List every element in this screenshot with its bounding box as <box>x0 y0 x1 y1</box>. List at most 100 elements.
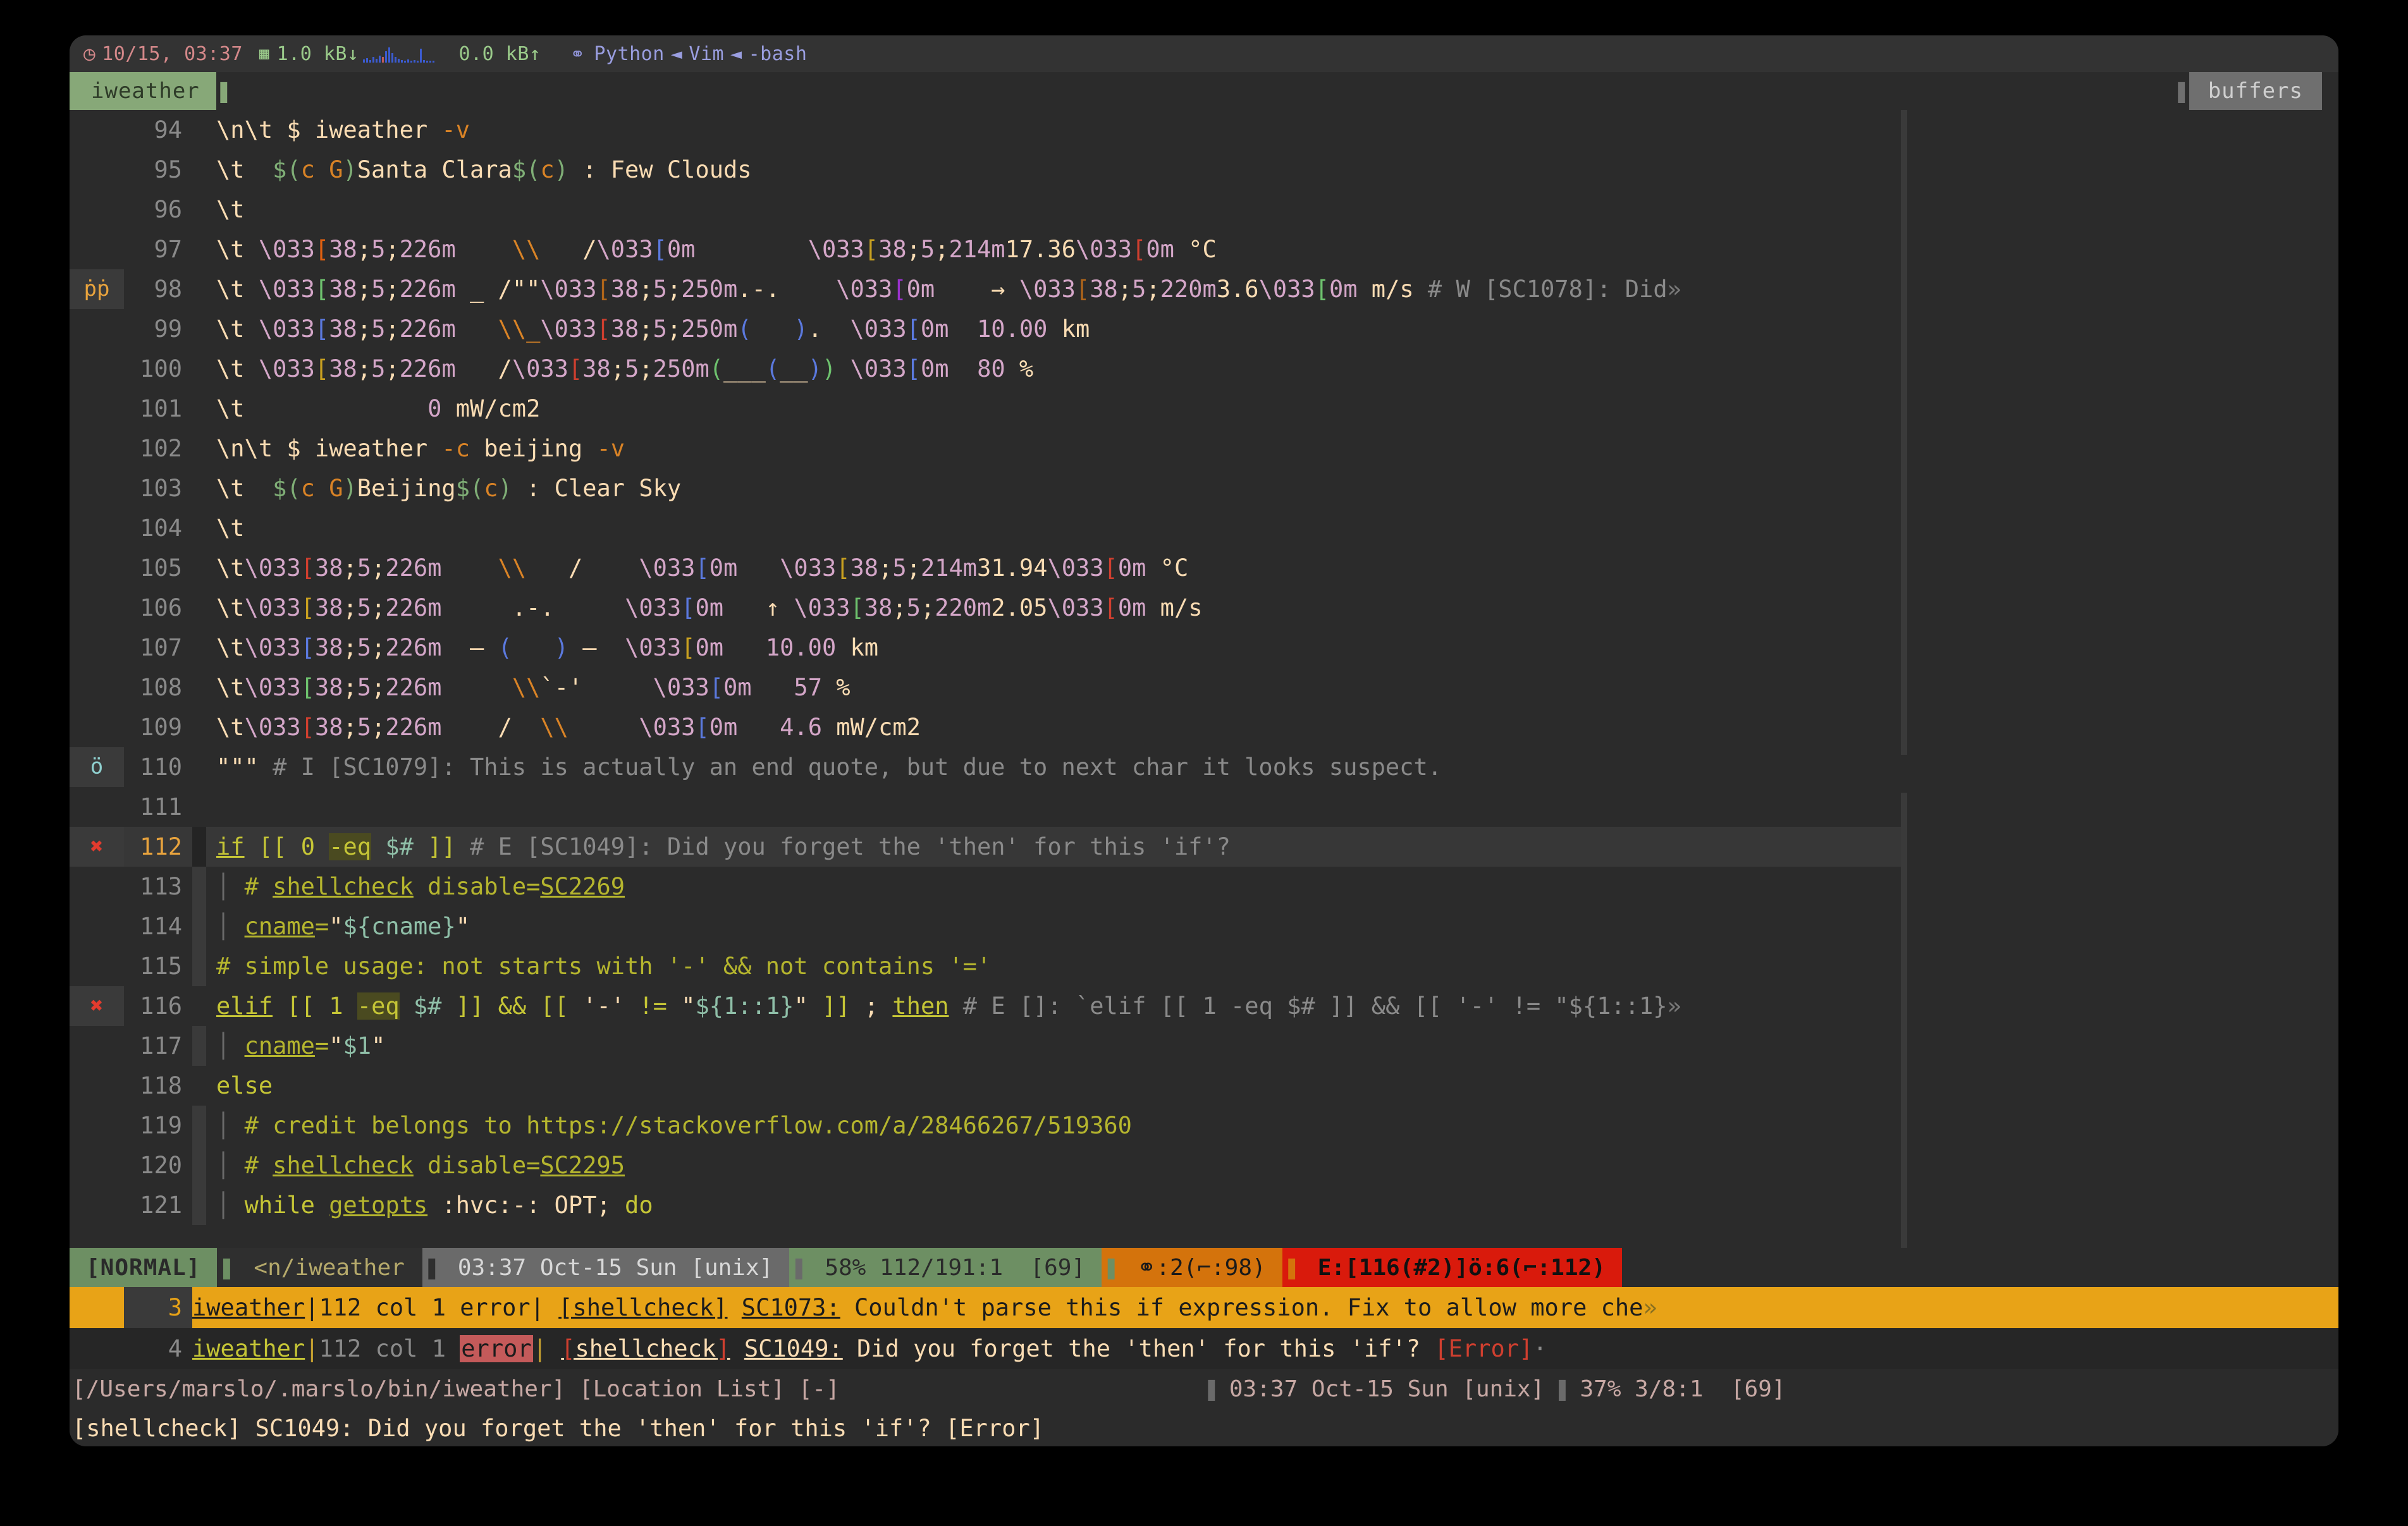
fold-marker <box>192 628 206 668</box>
code-line[interactable]: 108 \t\033[38;5;226m \\`-' \033[0m 57 % <box>70 668 1901 707</box>
code-text: \t <box>216 515 245 542</box>
fold-marker <box>192 229 206 269</box>
code-line[interactable]: 120 │ # shellcheck disable=SC2295 <box>70 1145 1901 1185</box>
tmux-proc-vim: Vim <box>689 42 725 65</box>
line-number: 107 <box>140 634 182 661</box>
code-line[interactable]: 100 \t \033[38;5;226m /\033[38;5;250m(__… <box>70 349 1901 389</box>
fold-marker <box>192 827 206 867</box>
statusline-sep-icon-4: ❚ <box>1102 1248 1121 1287</box>
tab-buffers[interactable]: buffers <box>2189 72 2322 110</box>
code-line[interactable]: 102 \n\t $ iweather -c beijing -v <box>70 429 1901 468</box>
code-line-current[interactable]: ✖ 112 if [[ 0 -eq $# ]] # E [SC1049]: Di… <box>70 827 1901 867</box>
line-number: 116 <box>140 992 182 1020</box>
fold-marker <box>192 668 206 707</box>
fold-marker <box>192 906 206 946</box>
line-number: 97 <box>154 236 182 263</box>
fold-marker <box>192 508 206 548</box>
loclist-linter-name: shellcheck <box>575 1335 716 1362</box>
line-number: 104 <box>140 515 182 542</box>
line-number: 111 <box>140 793 182 821</box>
tab-iweather-label: iweather <box>91 78 200 104</box>
code-line[interactable]: 119 │ # credit belongs to https://stacko… <box>70 1106 1901 1145</box>
line-number: 114 <box>140 913 182 940</box>
code-text: \t \033[38;5;226m \\_\033[38;5;250m( ). … <box>216 315 1090 343</box>
vim-code-pane[interactable]: 94 \n\t $ iweather -v 95 \t $(c G)Santa … <box>70 110 1901 1248</box>
warning-sign-icon[interactable]: ṗṗ <box>70 269 124 309</box>
code-line[interactable]: 115 # simple usage: not starts with '-' … <box>70 946 1901 986</box>
line-number: 117 <box>140 1032 182 1059</box>
statusline-error-text: E:[116(#2)] <box>1317 1254 1469 1281</box>
code-line[interactable]: 113 │ # shellcheck disable=SC2269 <box>70 867 1901 906</box>
fold-marker <box>192 269 206 309</box>
code-text: \t\033[38;5;226m / \\ \033[0m 4.6 mW/cm2 <box>216 714 921 741</box>
tab-iweather[interactable]: iweather <box>70 72 216 110</box>
loclist-code: SC1049: <box>744 1335 843 1362</box>
bottom-path: [/Users/marslo/.marslo/bin/iweather] <box>72 1376 566 1402</box>
line-number: 113 <box>140 873 182 900</box>
statusline-warning-count[interactable]: ⚭:2(⌐:98) <box>1121 1248 1282 1287</box>
line-number: 95 <box>154 156 182 183</box>
fold-marker <box>192 787 206 827</box>
error-sign-icon[interactable]: ✖ <box>70 827 124 867</box>
location-list[interactable]: 3 iweather|112 col 1 error| [shellcheck]… <box>70 1287 2338 1369</box>
code-line[interactable]: ✖ 116 elif [[ 1 -eq $# ]] && [[ '-' != "… <box>70 986 1901 1026</box>
tmux-status-bar: ◷ 10/15, 03:37 ▦ 1.0 kB↓ 0.0 kB↑ ⚭ Pytho… <box>70 35 2338 72</box>
warning-icon: ⚭ <box>1137 1254 1157 1281</box>
info-sign-icon[interactable]: ö <box>70 747 124 787</box>
fold-marker <box>192 946 206 986</box>
statusline-position: 58% 112/191:1 [69] <box>808 1248 1102 1287</box>
loclist-file: iweather <box>192 1294 305 1321</box>
code-line[interactable]: 111 <box>70 787 1901 827</box>
line-number: 99 <box>154 315 182 343</box>
tab-separator-right-icon: ❚ <box>2173 76 2189 106</box>
code-line[interactable]: 107 \t\033[38;5;226m – ( ) – \033[0m 10.… <box>70 628 1901 668</box>
loclist-row-content: iweather|112 col 1 error| [shellcheck] S… <box>192 1335 1547 1362</box>
code-line[interactable]: 106 \t\033[38;5;226m .-. \033[0m ↑ \033[… <box>70 588 1901 628</box>
location-list-row-selected[interactable]: 3 iweather|112 col 1 error| [shellcheck]… <box>70 1287 2338 1328</box>
vim-cmdline: [shellcheck] SC1049: Did you forget the … <box>70 1408 2338 1446</box>
loclist-file: iweather <box>192 1335 305 1362</box>
code-line[interactable]: 94 \n\t $ iweather -v <box>70 110 1901 150</box>
code-text: │ while getopts :hvc:-: OPT; do <box>216 1192 653 1219</box>
error-sign-icon[interactable]: ✖ <box>70 986 124 1026</box>
code-text: \t\033[38;5;226m .-. \033[0m ↑ \033[38;5… <box>216 594 1203 621</box>
code-line[interactable]: 118 else <box>70 1066 1901 1106</box>
loclist-row-number: 4 <box>168 1335 182 1362</box>
code-text: \t\033[38;5;226m – ( ) – \033[0m 10.00 k… <box>216 634 879 661</box>
code-line[interactable]: ö 110 """ # I [SC1079]: This is actually… <box>70 747 1901 787</box>
code-line[interactable]: 121 │ while getopts :hvc:-: OPT; do <box>70 1185 1901 1225</box>
line-number: 119 <box>140 1112 182 1139</box>
line-number: 102 <box>140 435 182 462</box>
code-text: \n\t $ iweather -v <box>216 116 470 143</box>
code-line[interactable]: 117 │ cname="$1" <box>70 1026 1901 1066</box>
vim-fold-column-bottom <box>1901 793 1907 1248</box>
code-line[interactable]: 103 \t $(c G)Beijing$(c) : Clear Sky <box>70 468 1901 508</box>
code-text: │ cname="$1" <box>216 1032 386 1059</box>
fold-marker <box>192 309 206 349</box>
code-text: \t $(c G)Beijing$(c) : Clear Sky <box>216 475 682 502</box>
tmux-datetime: 10/15, 03:37 <box>102 42 243 65</box>
code-line[interactable]: 99 \t \033[38;5;226m \\_\033[38;5;250m( … <box>70 309 1901 349</box>
code-line[interactable]: 105 \t\033[38;5;226m \\ / \033[0m \033[3… <box>70 548 1901 588</box>
code-line[interactable]: 96 \t <box>70 190 1901 229</box>
vim-editor[interactable]: 94 \n\t $ iweather -v 95 \t $(c G)Santa … <box>70 110 2338 1248</box>
code-line[interactable]: 109 \t\033[38;5;226m / \\ \033[0m 4.6 mW… <box>70 707 1901 747</box>
code-text: \t $(c G)Santa Clara$(c) : Few Clouds <box>216 156 752 183</box>
code-line[interactable]: 101 \t 0 mW/cm2 <box>70 389 1901 429</box>
code-line[interactable]: ṗṗ 98 \t \033[38;5;226m _ /""\033[38;5;2… <box>70 269 1901 309</box>
network-icon: ▦ <box>259 44 269 63</box>
tab-separator-left-icon: ❚ <box>216 72 238 110</box>
location-list-row[interactable]: 4 iweather|112 col 1 error| [shellcheck]… <box>70 1328 2338 1369</box>
statusline-error-count[interactable]: E:[116(#2)] ö:6(⌐:112) <box>1301 1248 1622 1287</box>
code-line[interactable]: 104 \t <box>70 508 1901 548</box>
statusline-filename: <n/iweather <box>236 1248 422 1287</box>
fold-marker <box>192 349 206 389</box>
code-text: \t \033[38;5;226m _ /""\033[38;5;250m.-.… <box>216 276 1681 303</box>
fold-marker <box>192 1145 206 1185</box>
line-number-current: 112 <box>140 833 182 860</box>
fold-marker <box>192 1066 206 1106</box>
code-line[interactable]: 97 \t \033[38;5;226m \\ /\033[0m \033[38… <box>70 229 1901 269</box>
code-line[interactable]: 114 │ cname="${cname}" <box>70 906 1901 946</box>
vim-right-gutter <box>1901 110 2338 1248</box>
code-line[interactable]: 95 \t $(c G)Santa Clara$(c) : Few Clouds <box>70 150 1901 190</box>
